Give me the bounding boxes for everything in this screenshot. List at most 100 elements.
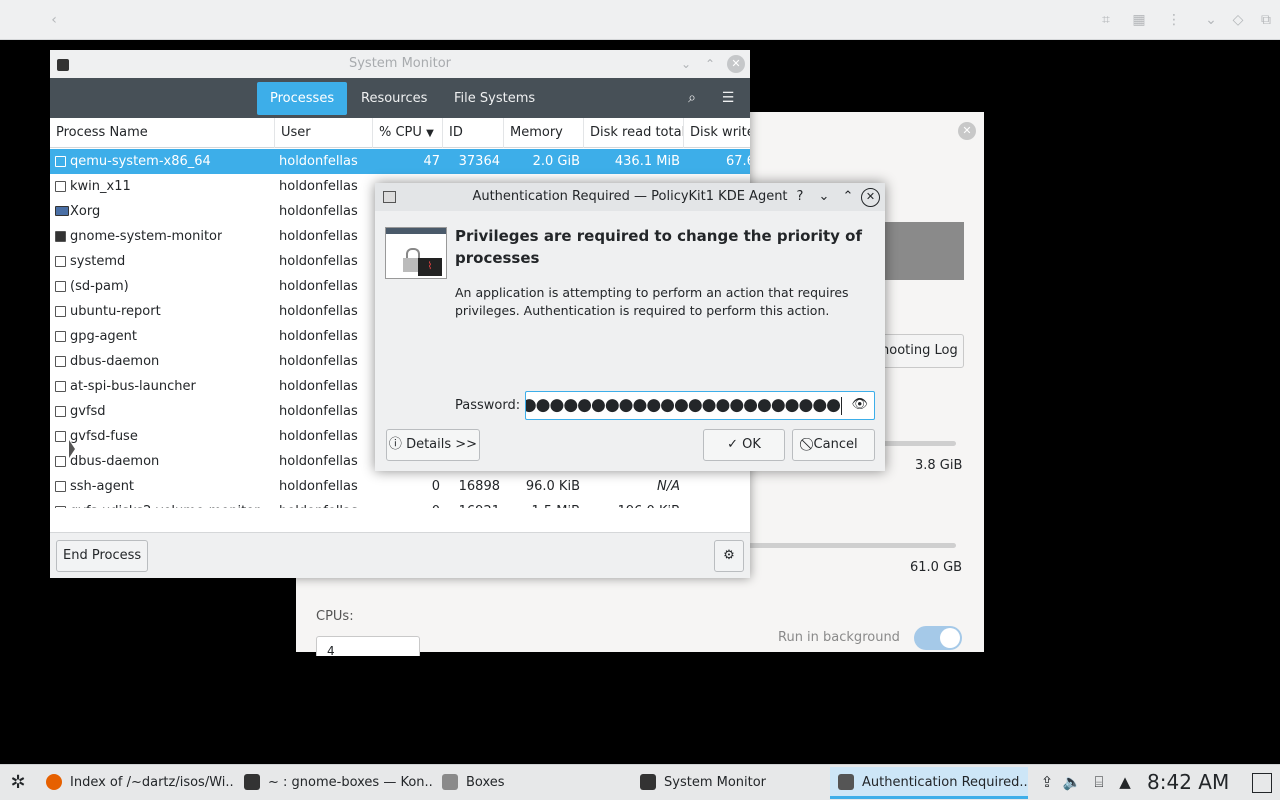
process-user: holdonfellas bbox=[279, 454, 358, 469]
col-id[interactable]: ID bbox=[443, 118, 504, 148]
task-konsole[interactable]: ~ : gnome-boxes — Kon... bbox=[236, 767, 432, 799]
table-row[interactable]: gvfs-udisks2-volume-monitor holdonfellas… bbox=[50, 499, 750, 508]
process-icon bbox=[55, 506, 66, 508]
col-process-name[interactable]: Process Name bbox=[50, 118, 275, 148]
process-user: holdonfellas bbox=[279, 204, 358, 219]
text-caret bbox=[841, 397, 842, 415]
col-memory[interactable]: Memory bbox=[504, 118, 584, 148]
process-name: kwin_x11 bbox=[70, 179, 131, 194]
maximize-icon[interactable]: ⌃ bbox=[839, 188, 857, 206]
xorg-monitor-icon bbox=[55, 206, 69, 216]
details-button[interactable]: ⓘ Details >> bbox=[386, 429, 480, 461]
process-disk-write: 67.6 bbox=[726, 154, 750, 169]
process-cpu: 0 bbox=[423, 499, 440, 508]
process-name: gvfsd bbox=[70, 404, 106, 419]
process-cpu: 0 bbox=[431, 479, 440, 494]
auth-titlebar[interactable]: Authentication Required — PolicyKit1 KDE… bbox=[375, 183, 885, 211]
close-icon[interactable]: ✕ bbox=[727, 55, 745, 73]
task-authentication[interactable]: Authentication Required... bbox=[830, 767, 1028, 799]
task-system-monitor[interactable]: System Monitor bbox=[632, 767, 828, 799]
minimize-icon[interactable]: ⌄ bbox=[815, 188, 833, 206]
storage-slider[interactable] bbox=[748, 543, 956, 548]
process-user: holdonfellas bbox=[279, 279, 358, 294]
password-input[interactable]: ●●●●●●●●●●●●●●●●●●●●●●●●●●●●●● 👁 bbox=[525, 391, 875, 420]
password-label: Password: bbox=[455, 398, 521, 413]
clock[interactable]: 8:42 AM bbox=[1147, 770, 1229, 794]
system-monitor-icon bbox=[55, 231, 66, 242]
check-icon: ✓ bbox=[727, 437, 738, 452]
menu-icon[interactable]: ⋮ bbox=[1164, 10, 1184, 30]
col-cpu[interactable]: % CPU ▼ bbox=[373, 118, 443, 148]
application-launcher-icon[interactable]: ✲ bbox=[6, 771, 30, 795]
process-user: holdonfellas bbox=[279, 179, 358, 194]
volume-icon[interactable]: 🔈 bbox=[1062, 773, 1082, 791]
search-icon[interactable]: ⌕ bbox=[682, 88, 702, 108]
hamburger-menu-icon[interactable]: ☰ bbox=[718, 88, 738, 108]
boxes-icon bbox=[442, 774, 458, 790]
col-user[interactable]: User bbox=[275, 118, 373, 148]
cpus-spinner[interactable]: 4 bbox=[316, 636, 420, 656]
task-boxes[interactable]: Boxes bbox=[434, 767, 630, 799]
close-icon[interactable]: ✕ bbox=[861, 188, 880, 207]
taskbar: ✲ Index of /~dartz/isos/Wi... ~ : gnome-… bbox=[0, 764, 1280, 800]
process-table-header: Process Name User % CPU ▼ ID Memory Disk… bbox=[50, 118, 750, 148]
table-row[interactable]: ssh-agent holdonfellas 0 16898 96.0 KiB … bbox=[50, 474, 750, 499]
show-desktop-icon[interactable] bbox=[1252, 773, 1272, 793]
cancel-button[interactable]: ⃠ Cancel bbox=[792, 429, 875, 461]
task-label: Boxes bbox=[466, 775, 505, 790]
task-firefox[interactable]: Index of /~dartz/isos/Wi... bbox=[38, 767, 234, 799]
window-icon[interactable]: ⧉ bbox=[1256, 10, 1276, 30]
usb-device-icon[interactable]: ⌸ bbox=[1089, 773, 1109, 791]
keyboard-icon[interactable]: ▦ bbox=[1129, 10, 1149, 30]
ok-button[interactable]: ✓ OK bbox=[703, 429, 785, 461]
cancel-button-label: Cancel bbox=[813, 437, 858, 452]
process-icon bbox=[55, 456, 66, 467]
process-user: holdonfellas bbox=[279, 354, 358, 369]
screenshot-icon[interactable]: ⌗ bbox=[1096, 10, 1116, 30]
process-memory: 2.0 GiB bbox=[532, 154, 580, 169]
process-icon bbox=[55, 181, 66, 192]
updates-icon[interactable]: ⇪ bbox=[1037, 773, 1057, 791]
process-icon bbox=[55, 481, 66, 492]
troubleshooting-log-button[interactable]: hooting Log bbox=[876, 334, 964, 368]
info-icon: ⓘ bbox=[388, 437, 402, 452]
mouse-cursor-icon bbox=[69, 440, 75, 458]
terminal-icon bbox=[244, 774, 260, 790]
back-icon[interactable]: ‹ bbox=[44, 10, 64, 30]
process-settings-icon[interactable]: ⚙ bbox=[714, 540, 744, 572]
col-disk-read-total[interactable]: Disk read total bbox=[584, 118, 684, 148]
process-icon bbox=[55, 281, 66, 292]
task-label: Authentication Required... bbox=[862, 775, 1028, 790]
process-user: holdonfellas bbox=[279, 499, 358, 508]
diamond-icon[interactable]: ◇ bbox=[1228, 10, 1248, 30]
process-id: 16898 bbox=[458, 479, 500, 494]
process-user: holdonfellas bbox=[279, 229, 358, 244]
end-process-button[interactable]: End Process bbox=[56, 540, 149, 572]
run-in-background-toggle[interactable] bbox=[914, 626, 962, 650]
sysmon-title: System Monitor bbox=[348, 56, 452, 71]
sysmon-headerbar: Processes Resources File Systems ⌕ ☰ bbox=[50, 78, 750, 118]
show-password-eye-icon[interactable]: 👁 bbox=[851, 397, 868, 412]
process-icon bbox=[55, 406, 66, 417]
sysmon-titlebar[interactable]: System Monitor ⌄ ⌃ ✕ bbox=[50, 50, 750, 78]
minimize-icon[interactable]: ⌄ bbox=[677, 55, 695, 73]
tab-resources[interactable]: Resources bbox=[348, 82, 440, 115]
process-icon bbox=[55, 256, 66, 267]
table-row[interactable]: qemu-system-x86_64 holdonfellas 47 37364… bbox=[50, 149, 750, 174]
col-disk-write[interactable]: Disk write bbox=[684, 118, 750, 148]
chevron-down-icon[interactable]: ⌄ bbox=[1201, 10, 1221, 30]
process-user: holdonfellas bbox=[279, 379, 358, 394]
process-icon bbox=[55, 431, 66, 442]
process-name: gvfsd-fuse bbox=[70, 429, 138, 444]
tab-processes[interactable]: Processes bbox=[257, 82, 348, 115]
process-disk-read: N/A bbox=[657, 479, 680, 494]
tab-file-systems[interactable]: File Systems bbox=[441, 82, 548, 115]
maximize-icon[interactable]: ⌃ bbox=[701, 55, 719, 73]
background-app-toolbar: ‹ ⌗ ▦ ⋮ ⌄ ◇ ⧉ bbox=[0, 0, 1280, 40]
tray-expand-icon[interactable]: ▲ bbox=[1115, 773, 1135, 791]
firefox-icon bbox=[46, 774, 62, 790]
process-disk-read: 196.0 KiB bbox=[590, 499, 680, 508]
boxes-close-button[interactable]: ✕ bbox=[958, 122, 976, 140]
process-name: ubuntu-report bbox=[70, 304, 161, 319]
help-icon[interactable]: ? bbox=[791, 188, 809, 206]
